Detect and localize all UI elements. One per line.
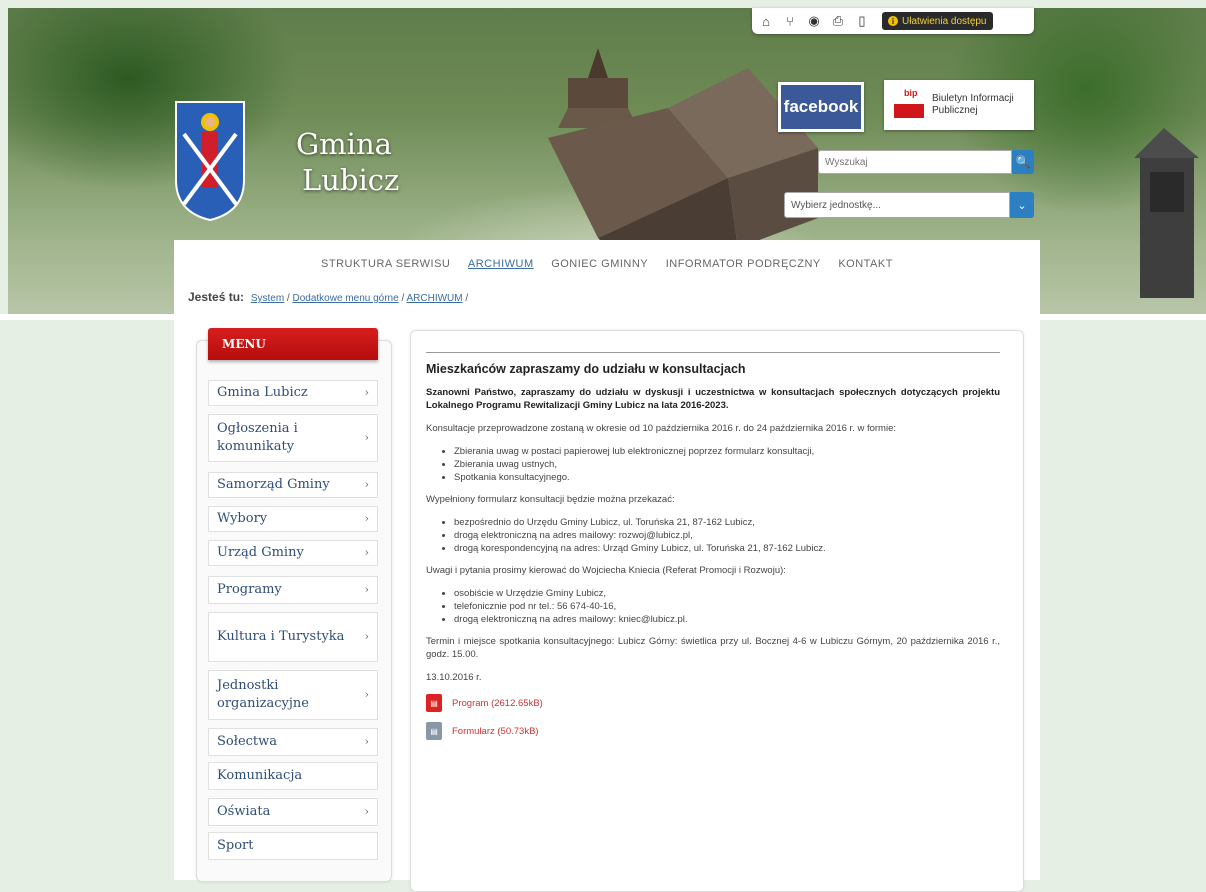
article-paragraph: Konsultacje przeprowadzone zostaną w okr…: [426, 423, 896, 434]
chevron-right-icon: ›: [364, 630, 369, 643]
separator-band: [0, 314, 1206, 320]
attachment-link[interactable]: Program (2612.65kB): [452, 697, 543, 710]
print-icon[interactable]: ⎙: [830, 13, 846, 29]
list-item: Zbierania uwag ustnych,: [454, 458, 1000, 471]
nav-item-goniec[interactable]: GONIEC GMINNY: [551, 258, 648, 270]
list-item: drogą elektroniczną na adres mailowy: kn…: [454, 613, 1000, 626]
menu-item-urzad[interactable]: Urząd Gminy ›: [208, 540, 378, 566]
nav-item-kontakt[interactable]: KONTAKT: [838, 258, 893, 270]
menu-item-komunikacja[interactable]: Komunikacja: [208, 762, 378, 790]
bip-logo-icon: bip: [890, 86, 928, 124]
facebook-button[interactable]: facebook: [778, 82, 864, 132]
breadcrumb-item[interactable]: ARCHIWUM: [406, 293, 462, 304]
accessibility-button[interactable]: i Ułatwienia dostępu: [882, 12, 993, 30]
article-date: 13.10.2016 r.: [426, 672, 482, 683]
menu-item-oswiata[interactable]: Oświata ›: [208, 798, 378, 826]
nav-item-archiwum[interactable]: ARCHIWUM: [468, 258, 534, 270]
chevron-right-icon: ›: [364, 386, 369, 399]
chevron-right-icon: ›: [364, 478, 369, 491]
unit-select-value[interactable]: Wybierz jednostkę...: [784, 192, 1010, 218]
menu-item-ogloszenia[interactable]: Ogłoszenia i komunikaty ›: [208, 414, 378, 462]
list-item: Zbierania uwag w postaci papierowej lub …: [454, 445, 1000, 458]
submission-methods-list: bezpośrednio do Urzędu Gminy Lubicz, ul.…: [426, 516, 1000, 555]
bip-label: Biuletyn Informacji Publicznej: [932, 93, 1014, 116]
mobile-icon[interactable]: ▯: [854, 13, 870, 29]
chevron-right-icon: ›: [364, 583, 369, 596]
menu-item-jednostki[interactable]: Jednostki organizacyjne ›: [208, 670, 378, 720]
chevron-right-icon: ›: [364, 735, 369, 748]
menu-item-wybory[interactable]: Wybory ›: [208, 506, 378, 532]
menu-item-solectwa[interactable]: Sołectwa ›: [208, 728, 378, 756]
document-file-icon: ▤: [426, 722, 442, 740]
article-lead: Szanowni Państwo, zapraszamy do udziału …: [426, 387, 1000, 411]
chevron-right-icon: ›: [364, 805, 369, 818]
breadcrumb-item[interactable]: System: [251, 293, 284, 304]
menu-item-sport[interactable]: Sport: [208, 832, 378, 860]
consultation-forms-list: Zbierania uwag w postaci papierowej lub …: [426, 445, 1000, 484]
list-item: drogą elektroniczną na adres mailowy: ro…: [454, 529, 1000, 542]
menu-title: MENU: [208, 328, 378, 360]
menu-item-kultura[interactable]: Kultura i Turystyka ›: [208, 612, 378, 662]
unit-select[interactable]: Wybierz jednostkę... ⌄: [784, 192, 1034, 218]
accessibility-label: Ułatwienia dostępu: [902, 15, 987, 27]
chevron-right-icon: ›: [364, 512, 369, 525]
attachment-item[interactable]: ▤ Program (2612.65kB): [426, 694, 1000, 712]
list-item: osobiście w Urzędzie Gminy Lubicz,: [454, 587, 1000, 600]
chevron-right-icon: ›: [364, 688, 369, 701]
breadcrumb-item[interactable]: Dodatkowe menu górne: [293, 293, 399, 304]
article-paragraph: Termin i miejsce spotkania konsultacyjne…: [426, 636, 1000, 660]
site-name[interactable]: Gmina Lubicz: [296, 126, 399, 198]
top-navigation: STRUKTURA SERWISU ARCHIWUM GONIEC GMINNY…: [174, 258, 1040, 270]
attachment-item[interactable]: ▤ Formularz (50.73kB): [426, 722, 1000, 740]
list-item: bezpośrednio do Urzędu Gminy Lubicz, ul.…: [454, 516, 1000, 529]
nav-item-struktura[interactable]: STRUKTURA SERWISU: [321, 258, 450, 270]
home-icon[interactable]: ⌂: [758, 13, 774, 29]
bip-button[interactable]: bip Biuletyn Informacji Publicznej: [884, 80, 1034, 130]
search-input[interactable]: [818, 150, 1012, 174]
nav-item-informator[interactable]: INFORMATOR PODRĘCZNY: [666, 258, 821, 270]
search-box: 🔍: [818, 150, 1034, 174]
rss-icon[interactable]: ◉: [806, 13, 822, 29]
list-item: Spotkania konsultacyjnego.: [454, 471, 1000, 484]
chevron-down-icon[interactable]: ⌄: [1010, 192, 1034, 218]
sitemap-icon[interactable]: ⑂: [782, 13, 798, 29]
article-title: Mieszkańców zapraszamy do udziału w kons…: [426, 362, 746, 376]
article-paragraph: Uwagi i pytania prosimy kierować do Wojc…: [426, 565, 786, 576]
article-content: Mieszkańców zapraszamy do udziału w kons…: [426, 352, 1000, 750]
divider: [426, 352, 1000, 353]
chevron-right-icon: ›: [364, 546, 369, 559]
coat-of-arms-logo[interactable]: [174, 100, 246, 222]
chevron-right-icon: ›: [364, 431, 369, 444]
list-item: drogą korespondencyjną na adres: Urząd G…: [454, 542, 1000, 555]
article-paragraph: Wypełniony formularz konsultacji będzie …: [426, 494, 675, 505]
menu-item-programy[interactable]: Programy ›: [208, 576, 378, 604]
accessibility-icon: i: [888, 16, 898, 26]
menu-item-samorzad[interactable]: Samorząd Gminy ›: [208, 472, 378, 498]
site-name-line1: Gmina: [296, 127, 392, 161]
search-icon[interactable]: 🔍: [1012, 150, 1034, 174]
top-icon-bar: ⌂ ⑂ ◉ ⎙ ▯ i Ułatwienia dostępu: [752, 8, 1034, 34]
bell-tower-illustration: [1134, 128, 1199, 298]
pdf-file-icon: ▤: [426, 694, 442, 712]
church-illustration: [548, 48, 818, 258]
contact-methods-list: osobiście w Urzędzie Gminy Lubicz, telef…: [426, 587, 1000, 626]
list-item: telefonicznie pod nr tel.: 56 674-40-16,: [454, 600, 1000, 613]
attachment-link[interactable]: Formularz (50.73kB): [452, 725, 539, 738]
breadcrumb-label: Jesteś tu:: [188, 290, 245, 304]
site-name-line2: Lubicz: [302, 163, 400, 197]
menu-item-gmina-lubicz[interactable]: Gmina Lubicz ›: [208, 380, 378, 406]
breadcrumb: Jesteś tu: System / Dodatkowe menu górne…: [188, 290, 469, 304]
